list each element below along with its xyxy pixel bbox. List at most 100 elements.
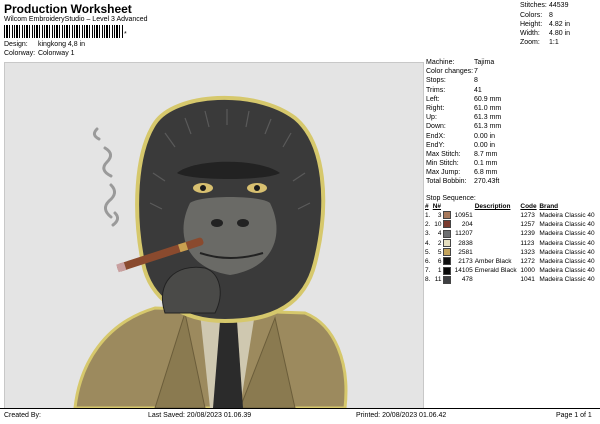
machine-specs: Machine: Tajima Color changes:7 Stops: 8 T…	[426, 58, 501, 187]
col-description: Description	[474, 203, 511, 210]
stop-sequence-title: Stop Sequence:	[426, 195, 476, 202]
table-row: 1. 3 10951 1273 Madeira Classic 40	[424, 211, 598, 220]
footer-divider	[0, 408, 600, 409]
thread-code: 1000	[520, 267, 535, 275]
thread-brand: Madeira Classic 40	[539, 230, 595, 238]
needle-number: 3	[437, 212, 442, 219]
thread-number: 204	[461, 221, 473, 229]
table-row: 6. 6 2173 Amber Black 1272 Madeira Classic 40	[424, 257, 598, 266]
thread-code: 1123	[520, 239, 535, 247]
gorilla-illustration	[73, 95, 348, 408]
thread-brand: Madeira Classic 40	[539, 248, 595, 256]
stop-index: 6.	[425, 258, 431, 266]
thread-code: 1272	[520, 258, 535, 266]
stop-index: 3.	[425, 230, 431, 238]
col-code: Code	[520, 203, 537, 210]
color-swatch	[442, 275, 452, 284]
spec-left: Left: 60.9 mm	[426, 95, 502, 103]
width-row: Width: 4.80 in	[520, 30, 570, 37]
design-value: kingkong 4,8 in	[37, 41, 86, 48]
needle-number: 10	[434, 221, 442, 229]
spec-right: Right: 61.0 mm	[426, 104, 502, 112]
design-row: Design: kingkong 4,8 in	[4, 41, 85, 48]
color-swatch-chip	[443, 229, 452, 238]
thread-brand: Madeira Classic 40	[539, 221, 595, 229]
col-swatch	[442, 202, 452, 211]
thread-brand: Madeira Classic 40	[539, 267, 595, 275]
zoom-label: Zoom:	[520, 39, 540, 46]
zoom-row: Zoom: 1:1	[520, 39, 559, 46]
color-swatch	[442, 248, 452, 257]
worksheet-title: Production Worksheet	[4, 2, 132, 16]
spec-total-bobbin: Total Bobbin: 270.43ft	[426, 178, 500, 186]
needle-number: 1	[437, 267, 442, 275]
spec-min-stitch: Min Stitch: 0.1 mm	[426, 160, 498, 168]
colors-value: 8	[549, 12, 553, 19]
width-value: 4.80 in	[549, 30, 571, 37]
width-label: Width:	[520, 30, 540, 37]
color-swatch	[442, 229, 452, 238]
stop-index: 5.	[425, 248, 431, 256]
spec-max-stitch: Max Stitch: 8.7 mm	[426, 150, 498, 158]
table-row: 3. 4 11207 1239 Madeira Classic 40	[424, 229, 598, 238]
col-index: #	[425, 203, 429, 210]
thread-brand: Madeira Classic 40	[539, 276, 595, 284]
spec-stops: Stops: 8	[426, 77, 478, 85]
needle-number: 6	[437, 258, 442, 266]
thread-brand: Madeira Classic 40	[539, 239, 595, 247]
thread-brand: Madeira Classic 40	[539, 212, 595, 219]
color-swatch-chip	[443, 248, 452, 257]
spec-color-changes: Color changes:7	[426, 68, 478, 76]
zoom-value: 1:1	[549, 39, 559, 46]
color-swatch	[442, 238, 452, 248]
thread-number: 14105	[454, 267, 473, 275]
software-subtitle: Wilcom EmbroideryStudio – Level 3 Advanc…	[4, 16, 148, 23]
color-swatch-chip	[443, 257, 452, 266]
design-preview	[4, 62, 424, 409]
stop-index: 1.	[425, 212, 431, 219]
design-label: Design:	[4, 41, 28, 48]
thread-description	[474, 239, 520, 248]
last-saved: Last Saved: 20/08/2023 01.06.39	[148, 412, 252, 419]
stop-index: 8.	[425, 276, 431, 284]
color-swatch-chip	[443, 238, 452, 247]
table-row: 2. 10 204 1257 Madeira Classic 40	[424, 220, 598, 229]
thread-code: 1257	[520, 221, 535, 229]
barcode	[4, 25, 124, 38]
needle-number: 4	[437, 230, 442, 238]
stitches-value: 44539	[549, 2, 569, 9]
colorway-label: Colorway:	[4, 50, 36, 57]
thread-description	[474, 248, 520, 257]
needle-number: 5	[437, 248, 442, 256]
thread-code: 1273	[520, 212, 535, 219]
spec-down: Down: 61.3 mm	[426, 123, 502, 131]
col-number	[453, 202, 474, 211]
color-swatch-chip	[443, 275, 452, 284]
table-row: 4. 2 2838 1123 Madeira Classic 40	[424, 238, 598, 248]
colorway-row: Colorway: Colonway 1	[4, 50, 75, 57]
created-by: Created By:	[4, 412, 41, 419]
thread-code: 1323	[520, 248, 535, 256]
thread-number: 478	[461, 276, 473, 284]
table-row: 8. 11 478 1041 Madeira Classic 40	[424, 275, 598, 284]
table-row: 7. 1 14105 Emerald Black 1000 Madeira Classic…	[424, 266, 598, 275]
color-swatch	[442, 220, 452, 229]
colorway-value: Colonway 1	[37, 50, 75, 57]
color-swatch-chip	[443, 220, 452, 229]
spec-endy: EndY: 0.00 in	[426, 141, 496, 149]
thread-description	[474, 275, 520, 284]
spec-machine: Machine: Tajima	[426, 59, 495, 66]
height-row: Height: 4.82 in	[520, 21, 570, 28]
stitches-row: Stitches: 44539	[520, 2, 568, 9]
thread-number: 2838	[458, 239, 473, 247]
stop-table-header: # N# Description Code Brand	[424, 202, 598, 211]
stop-index: 4.	[425, 239, 431, 247]
spec-up: Up: 61.3 mm	[426, 114, 502, 122]
colors-label: Colors:	[520, 12, 543, 19]
page-number: Page 1 of 1	[556, 412, 592, 419]
thread-number: 11207	[455, 230, 473, 238]
thread-description	[474, 211, 520, 220]
stop-index: 2.	[425, 221, 431, 229]
thread-number: 2173	[458, 258, 473, 266]
thread-code: 1239	[520, 230, 535, 238]
